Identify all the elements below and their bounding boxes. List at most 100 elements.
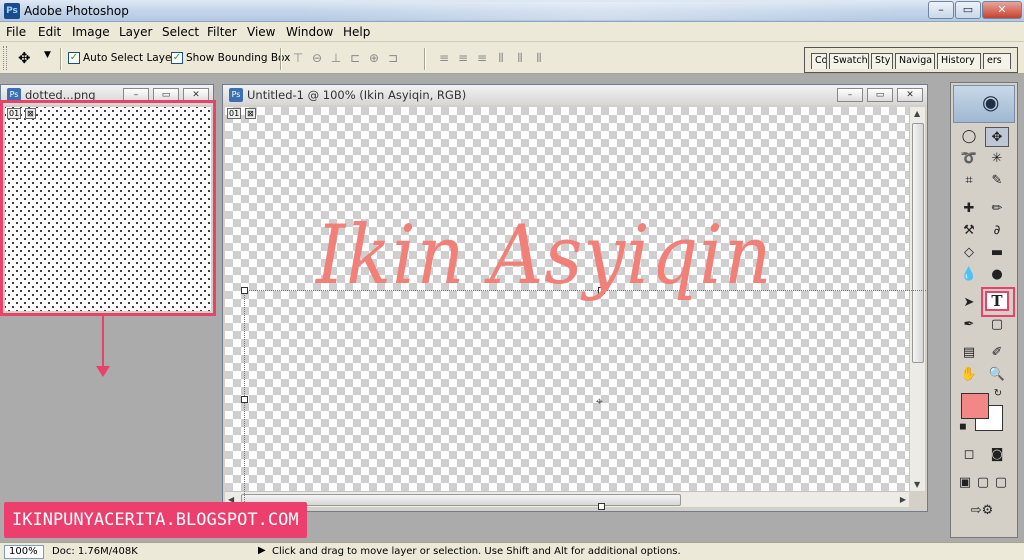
annotation-arrow-shaft — [102, 316, 104, 372]
palette-tab-styles[interactable]: Sty — [871, 53, 893, 69]
hand-tool-icon[interactable]: ✋ — [957, 365, 981, 385]
menu-file[interactable]: File — [6, 25, 26, 39]
distribute-left-icon[interactable]: ⦀ — [493, 50, 509, 66]
toolbox-header[interactable]: ◉ — [953, 85, 1015, 123]
scroll-down-icon[interactable]: ▼ — [914, 480, 920, 489]
status-bar: 100% Doc: 1.76M/408K ▶ Click and drag to… — [0, 542, 1024, 560]
dodge-tool-icon[interactable]: ● — [985, 265, 1009, 285]
quick-mask-mode-icon[interactable]: ◙ — [985, 445, 1009, 465]
text-layer[interactable]: Ikin Asyiqin — [316, 208, 773, 303]
document-size[interactable]: Doc: 1.76M/408K — [52, 546, 138, 557]
document-minimize-button[interactable]: – — [837, 88, 863, 102]
annotation-highlight-dotted-window — [0, 100, 216, 316]
brush-tool-icon[interactable]: ✏ — [985, 199, 1009, 219]
vertical-scroll-thumb[interactable] — [912, 123, 924, 363]
auto-select-layer-label: Auto Select Layer — [83, 52, 176, 64]
menu-layer[interactable]: Layer — [119, 25, 152, 39]
align-top-icon[interactable]: ⊤ — [290, 50, 306, 66]
lasso-tool-icon[interactable]: ➰ — [957, 149, 981, 169]
palette-tab-navigator[interactable]: Naviga — [895, 53, 935, 69]
scroll-right-icon[interactable]: ▶ — [900, 495, 906, 504]
menu-select[interactable]: Select — [162, 25, 199, 39]
menu-edit[interactable]: Edit — [38, 25, 61, 39]
zoom-tool-icon[interactable]: 🔍 — [985, 365, 1009, 385]
mask-chip-icon: ⊠ — [245, 108, 256, 119]
magic-wand-tool-icon[interactable]: ✳ — [985, 149, 1009, 169]
align-right-icon[interactable]: ⊐ — [385, 50, 401, 66]
distribute-top-icon[interactable]: ≡ — [436, 50, 452, 66]
align-vcenter-icon[interactable]: ⊖ — [309, 50, 325, 66]
title-bar: Ps Adobe Photoshop – ▭ ✕ — [0, 0, 1024, 22]
align-bottom-icon[interactable]: ⊥ — [328, 50, 344, 66]
palette-tab-color[interactable]: Co — [811, 53, 827, 69]
document-maximize-button[interactable]: ▭ — [867, 88, 893, 102]
align-hcenter-icon[interactable]: ⊕ — [366, 50, 382, 66]
document-controls: – ▭ ✕ — [837, 88, 923, 102]
document-icon: Ps — [229, 88, 243, 102]
path-selection-tool-icon[interactable]: ➤ — [957, 293, 981, 313]
document-close-button[interactable]: ✕ — [897, 88, 923, 102]
horizontal-scrollbar[interactable]: ◀ ▶ — [225, 491, 909, 507]
screen-mode-full-menu-icon[interactable]: ▢ — [975, 473, 991, 493]
standard-mode-icon[interactable]: ◻ — [957, 445, 981, 465]
document-titlebar[interactable]: Ps Untitled-1 @ 100% (Ikin Asyiqin, RGB)… — [223, 85, 927, 105]
screen-mode-standard-icon[interactable]: ▣ — [957, 473, 973, 493]
maximize-button[interactable]: ▭ — [955, 1, 981, 19]
crop-tool-icon[interactable]: ⌗ — [957, 171, 981, 191]
menu-view[interactable]: View — [247, 25, 275, 39]
status-menu-arrow-icon[interactable]: ▶ — [258, 545, 266, 556]
history-brush-tool-icon[interactable]: ∂ — [985, 221, 1009, 241]
options-grip[interactable] — [3, 46, 7, 70]
jump-to-imageready-icon[interactable]: ⇨⚙ — [957, 501, 1007, 521]
menu-window[interactable]: Window — [286, 25, 333, 39]
default-colors-icon[interactable]: ◼ — [957, 421, 969, 433]
align-buttons: ⊤ ⊖ ⊥ ⊏ ⊕ ⊐ — [290, 50, 401, 66]
palette-tab-history[interactable]: History — [937, 53, 981, 69]
pen-tool-icon[interactable]: ✒ — [957, 315, 981, 335]
move-tool-icon[interactable]: ✥ — [18, 48, 40, 68]
slice-tool-icon[interactable]: ✎ — [985, 171, 1009, 191]
eyedropper-tool-icon[interactable]: ✐ — [985, 343, 1009, 363]
align-left-icon[interactable]: ⊏ — [347, 50, 363, 66]
separator — [280, 48, 282, 70]
transform-handle-left[interactable] — [241, 396, 248, 403]
show-bounding-box-label: Show Bounding Box — [186, 52, 291, 64]
screen-mode-full-icon[interactable]: ▢ — [993, 473, 1009, 493]
scroll-up-icon[interactable]: ▲ — [914, 109, 920, 118]
close-button[interactable]: ✕ — [982, 1, 1022, 19]
gradient-tool-icon[interactable]: ▬ — [985, 243, 1009, 263]
menu-image[interactable]: Image — [72, 25, 110, 39]
shape-tool-icon[interactable]: ▢ — [985, 315, 1009, 335]
palette-tab-swatches[interactable]: Swatch — [829, 53, 869, 69]
notes-tool-icon[interactable]: ▤ — [957, 343, 981, 363]
distribute-hcenter-icon[interactable]: ⦀ — [512, 50, 528, 66]
show-bounding-box-checkbox[interactable]: ✓ Show Bounding Box — [171, 52, 290, 64]
layer-chip: 01 — [227, 108, 242, 119]
distribute-bottom-icon[interactable]: ≡ — [474, 50, 490, 66]
tool-preset-dropdown-icon[interactable]: ▼ — [44, 50, 51, 60]
eraser-tool-icon[interactable]: ◇ — [957, 243, 981, 263]
menu-filter[interactable]: Filter — [207, 25, 237, 39]
distribute-right-icon[interactable]: ⦀ — [531, 50, 547, 66]
eye-logo-icon: ◉ — [982, 90, 1000, 114]
transform-handle-bottom[interactable] — [598, 503, 605, 510]
transform-handle-top-left[interactable] — [241, 287, 248, 294]
palette-tab-layers[interactable]: ers — [983, 53, 1011, 69]
auto-select-layer-checkbox[interactable]: ✓ Auto Select Layer — [68, 52, 176, 64]
vertical-scrollbar[interactable]: ▲ ▼ — [909, 107, 925, 491]
distribute-vcenter-icon[interactable]: ≡ — [455, 50, 471, 66]
blog-watermark: IKINPUNYACERITA.BLOGSPOT.COM — [4, 502, 307, 538]
marquee-tool-icon[interactable]: ◯ — [957, 127, 981, 147]
distribute-buttons: ≡ ≡ ≡ ⦀ ⦀ ⦀ — [436, 50, 547, 66]
blur-tool-icon[interactable]: 💧 — [957, 265, 981, 285]
foreground-color-swatch[interactable] — [961, 393, 989, 419]
minimize-button[interactable]: – — [928, 1, 954, 19]
healing-brush-tool-icon[interactable]: ✚ — [957, 199, 981, 219]
zoom-field[interactable]: 100% — [4, 545, 44, 559]
move-tool-button[interactable]: ✥ — [985, 127, 1009, 147]
menu-help[interactable]: Help — [343, 25, 370, 39]
swap-colors-icon[interactable]: ↻ — [991, 387, 1005, 401]
clone-stamp-tool-icon[interactable]: ⚒ — [957, 221, 981, 241]
horizontal-scroll-thumb[interactable] — [241, 494, 681, 506]
photoshop-app-icon: Ps — [4, 3, 20, 19]
